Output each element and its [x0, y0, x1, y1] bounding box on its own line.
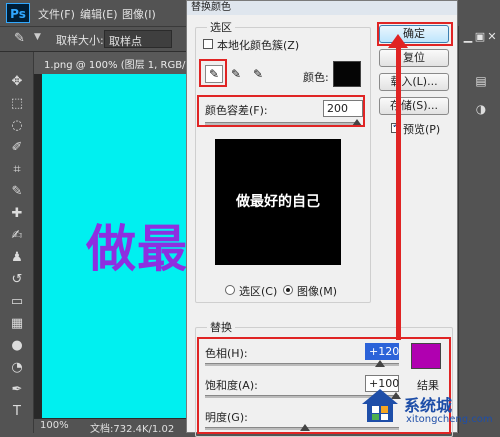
right-panel: ▁ ▣ ✕ ▤ ◑: [458, 26, 500, 433]
document-tab[interactable]: 1.png @ 100% (图层 1, RGB/8) *: [34, 52, 204, 74]
toolbox: ✥ ⬚ ◌ ✐ ⌗ ✎ ✚ ✍ ♟ ↺ ▭ ▦ ● ◔ ✒ T: [0, 52, 34, 433]
dialog-title: 替换颜色: [191, 2, 231, 13]
healing-tool-icon[interactable]: ✚: [6, 204, 28, 224]
zoom-level[interactable]: 100%: [40, 420, 69, 431]
replace-color-dialog: 替换颜色 选区 本地化颜色簇(Z) ✎ ✎ ✎ 颜色: 颜色容差(F): 200…: [186, 0, 458, 437]
canvas-text: 做最: [86, 220, 188, 278]
preview-checkbox-label: 预览(P): [403, 123, 441, 136]
localized-clusters-checkbox[interactable]: [203, 39, 213, 49]
watermark-text: 系统城: [404, 396, 453, 415]
photoshop-logo: Ps: [6, 3, 30, 23]
lightness-slider-thumb[interactable]: [300, 424, 310, 431]
selection-radio[interactable]: [225, 285, 235, 295]
stamp-tool-icon[interactable]: ♟: [6, 248, 28, 268]
status-bar: 100% 文档:732.4K/1.02: [34, 418, 194, 435]
image-radio-label: 图像(M): [297, 285, 338, 298]
save-button[interactable]: 存储(S)...: [379, 97, 449, 115]
menu-image[interactable]: 图像(I): [122, 6, 156, 22]
hue-input[interactable]: +120: [365, 343, 399, 360]
document-tab-bar: 1.png @ 100% (图层 1, RGB/8) *: [34, 52, 204, 74]
hue-slider[interactable]: [205, 360, 399, 367]
selection-radio-label: 选区(C): [239, 285, 278, 298]
lasso-tool-icon[interactable]: ◌: [6, 116, 28, 136]
quick-select-tool-icon[interactable]: ✐: [6, 138, 28, 158]
result-color-swatch[interactable]: [411, 343, 441, 369]
color-label: 颜色:: [303, 71, 329, 84]
history-brush-icon[interactable]: ↺: [6, 270, 28, 290]
house-logo-icon: [362, 389, 398, 422]
brush-tool-icon[interactable]: ✍: [6, 226, 28, 246]
reset-button[interactable]: 复位: [379, 49, 449, 67]
sample-size-select[interactable]: 取样点: [104, 30, 172, 48]
canvas[interactable]: 做最: [42, 74, 194, 418]
saturation-label: 饱和度(A):: [205, 379, 258, 392]
menu-file[interactable]: 文件(F): [38, 6, 75, 22]
fuzziness-label: 颜色容差(F):: [205, 104, 268, 117]
annotation-arrow-line: [396, 40, 401, 340]
lightness-label: 明度(G):: [205, 411, 248, 424]
replace-group-label: 替换: [207, 319, 235, 335]
load-button[interactable]: 载入(L)...: [379, 73, 449, 91]
crop-tool-icon[interactable]: ⌗: [6, 160, 28, 180]
eyedropper-icon[interactable]: ✎: [14, 31, 32, 47]
annotation-arrow-head: [388, 34, 408, 48]
localized-clusters-label: 本地化颜色簇(Z): [217, 39, 300, 52]
fuzziness-input[interactable]: 200: [323, 100, 363, 117]
eyedropper-minus-icon[interactable]: ✎: [249, 65, 267, 83]
hue-slider-thumb[interactable]: [375, 360, 385, 367]
sample-size-label: 取样大小:: [56, 34, 104, 47]
eyedropper-plus-icon[interactable]: ✎: [227, 65, 245, 83]
fuzziness-slider-thumb[interactable]: [352, 119, 362, 126]
dodge-tool-icon[interactable]: ◔: [6, 358, 28, 378]
fuzziness-slider[interactable]: [205, 119, 362, 126]
watermark-url: xitongcheng.com: [406, 414, 493, 425]
eraser-tool-icon[interactable]: ▭: [6, 292, 28, 312]
canvas-area: 做最: [34, 74, 194, 418]
selection-color-swatch[interactable]: [333, 61, 361, 87]
blur-tool-icon[interactable]: ●: [6, 336, 28, 356]
layers-panel-icon[interactable]: ▤: [473, 74, 489, 90]
eyedropper-tool-icon[interactable]: ✎: [6, 182, 28, 202]
selection-preview: 做最好的自己: [215, 139, 341, 265]
menu-edit[interactable]: 编辑(E): [80, 6, 118, 22]
dialog-title-bar: 替换颜色: [187, 1, 457, 15]
hue-label: 色相(H):: [205, 347, 248, 360]
image-radio[interactable]: [283, 285, 293, 295]
marquee-tool-icon[interactable]: ⬚: [6, 94, 28, 114]
gradient-tool-icon[interactable]: ▦: [6, 314, 28, 334]
pen-tool-icon[interactable]: ✒: [6, 380, 28, 400]
close-icon[interactable]: ✕: [485, 30, 499, 44]
adjustments-panel-icon[interactable]: ◑: [473, 102, 489, 118]
chevron-down-icon[interactable]: ▼: [34, 32, 41, 42]
eyedropper-icon[interactable]: ✎: [205, 65, 223, 83]
preview-text: 做最好的自己: [236, 194, 320, 210]
type-tool-icon[interactable]: T: [6, 402, 28, 422]
move-tool-icon[interactable]: ✥: [6, 72, 28, 92]
selection-group-label: 选区: [207, 19, 235, 35]
watermark: 系统城 xitongcheng.com: [356, 386, 500, 433]
